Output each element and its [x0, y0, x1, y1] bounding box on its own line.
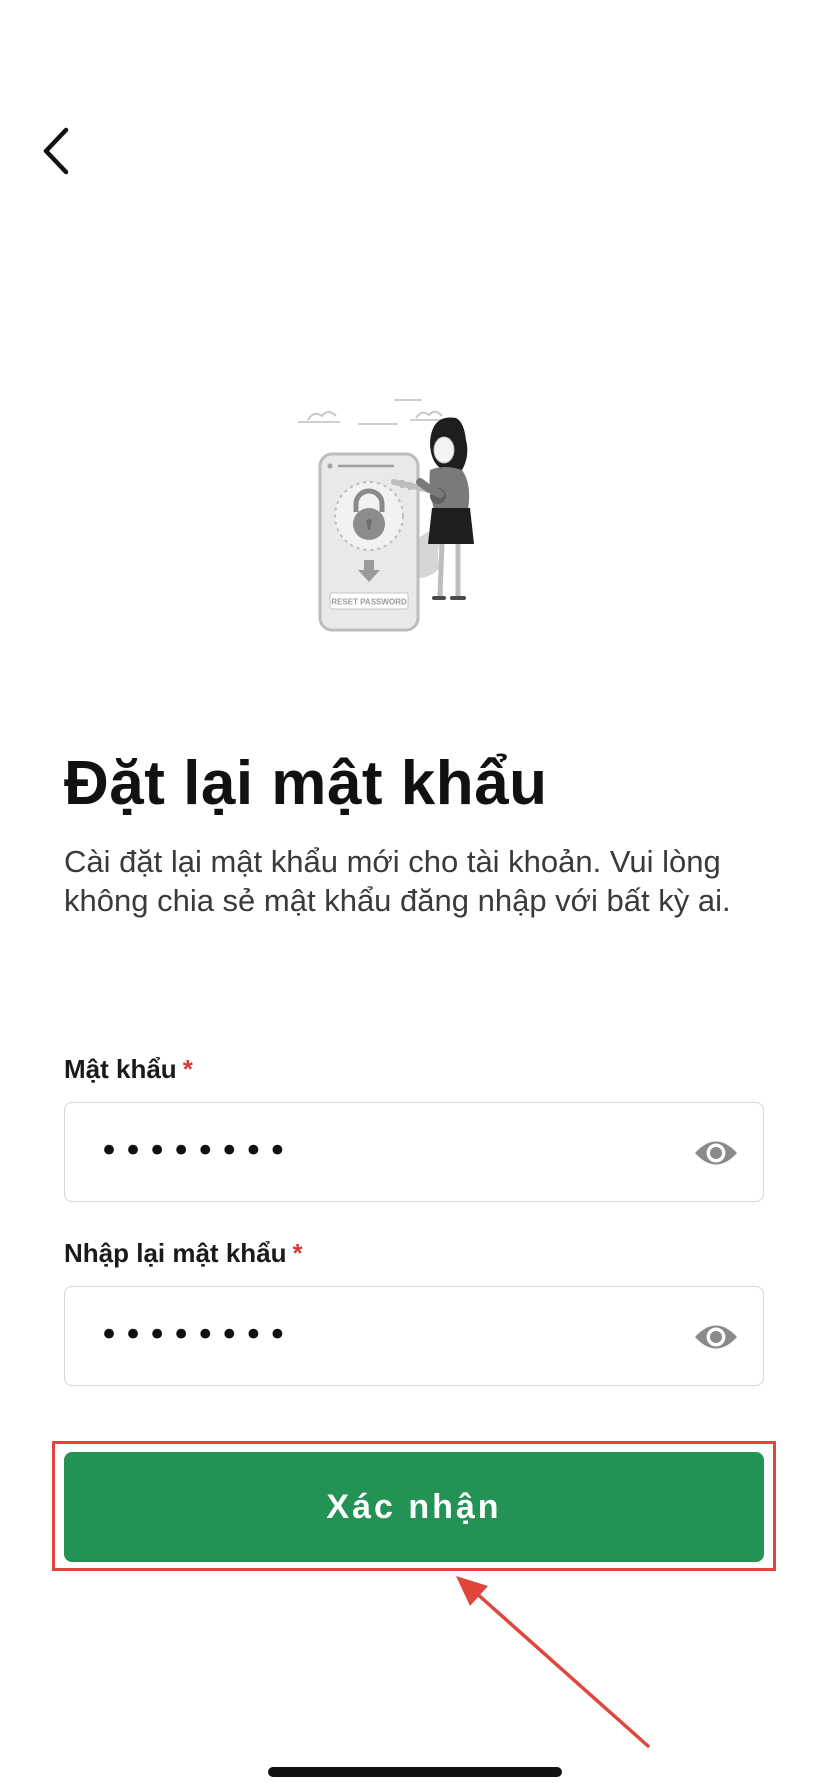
show-confirm-password-toggle[interactable] [693, 1320, 739, 1354]
password-label-text: Mật khẩu [64, 1054, 177, 1084]
page-subtitle: Cài đặt lại mật khẩu mới cho tài khoản. … [64, 844, 731, 918]
password-input[interactable]: •••••••• [64, 1102, 764, 1202]
reset-password-illustration: RESET PASSWORD [298, 399, 474, 632]
password-value: •••••••• [99, 1131, 292, 1171]
required-asterisk: * [292, 1238, 303, 1268]
chevron-left-icon [43, 127, 69, 175]
page-title: Đặt lại mật khẩu [64, 749, 548, 818]
show-password-toggle[interactable] [693, 1136, 739, 1170]
reset-password-screen: RESET PASSWORD Đặt lại mật khẩu Cài đặt … [0, 0, 828, 1792]
confirm-password-label-text: Nhập lại mật khẩu [64, 1238, 287, 1268]
confirm-password-input[interactable]: •••••••• [64, 1286, 764, 1386]
illustration-caption: RESET PASSWORD [331, 598, 407, 607]
password-label: Mật khẩu * [64, 1054, 193, 1085]
confirm-password-label: Nhập lại mật khẩu * [64, 1238, 303, 1269]
eye-icon [695, 1141, 737, 1165]
required-asterisk: * [182, 1054, 193, 1084]
eye-icon [695, 1325, 737, 1349]
home-indicator[interactable] [268, 1767, 562, 1777]
confirm-password-value: •••••••• [99, 1315, 292, 1355]
confirm-button[interactable]: Xác nhận [64, 1452, 764, 1562]
annotation-arrow [456, 1576, 650, 1748]
back-button[interactable] [34, 124, 78, 178]
